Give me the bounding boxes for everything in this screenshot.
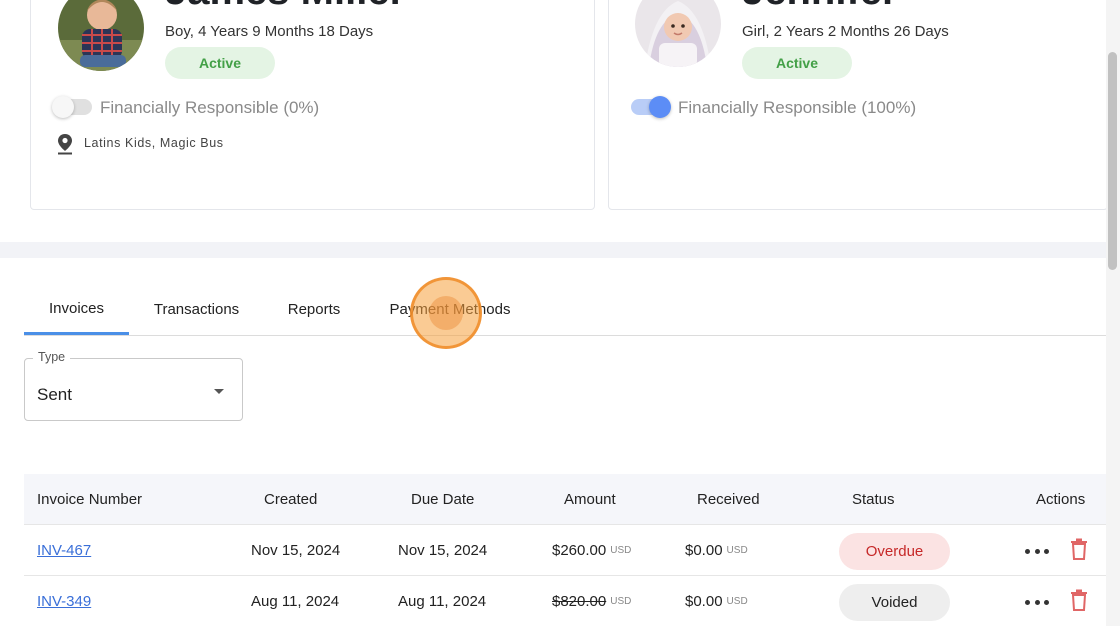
header-created: Created (264, 491, 318, 508)
currency-code: USD (726, 545, 748, 556)
billing-page: James Miller Boy, 4 Years 9 Months 18 Da… (0, 0, 1120, 626)
child-name: Jennifer (742, 0, 898, 14)
child-avatar (58, 0, 144, 71)
currency-code: USD (726, 596, 748, 607)
child-name: James Miller (165, 0, 405, 14)
tab-invoices[interactable]: Invoices (24, 284, 129, 335)
toggle-knob (649, 96, 671, 118)
amount-cell: $260.00 USD (552, 525, 631, 576)
header-received: Received (697, 491, 760, 508)
header-invoice-number: Invoice Number (37, 491, 143, 508)
status-badge: Active (742, 47, 852, 79)
type-select-value: Sent (37, 385, 72, 404)
table-header: Invoice Number Created Due Date Amount R… (24, 474, 1106, 525)
child-locations: Latins Kids, Magic Bus (84, 136, 224, 150)
invoice-cell: INV-349 (37, 576, 91, 626)
child-avatar (635, 0, 721, 67)
invoice-link[interactable]: INV-349 (37, 593, 91, 610)
invoices-table: Invoice Number Created Due Date Amount R… (24, 474, 1106, 626)
header-actions: Actions (1036, 491, 1086, 508)
more-actions-icon[interactable] (1025, 592, 1049, 612)
financially-responsible-toggle[interactable] (631, 96, 671, 118)
delete-icon[interactable] (1070, 589, 1088, 611)
location-pin-icon (58, 134, 72, 155)
received-cell: $0.00 USD (685, 525, 748, 576)
due-date-cell: Nov 15, 2024 (398, 542, 488, 559)
created-cell: Aug 11, 2024 (251, 593, 340, 610)
amount-cell: $820.00 USD (552, 576, 631, 626)
financially-responsible-label: Financially Responsible (100%) (678, 98, 917, 117)
currency-code: USD (610, 545, 632, 556)
header-status: Status (852, 491, 895, 508)
amount-value-voided: $820.00 (552, 593, 607, 610)
caret-down-icon (214, 389, 224, 394)
currency-code: USD (610, 596, 632, 607)
received-cell: $0.00 USD (685, 576, 748, 626)
header-amount: Amount (564, 491, 616, 508)
scrollbar-thumb[interactable] (1108, 52, 1117, 270)
child-summary: Boy, 4 Years 9 Months 18 Days (165, 23, 374, 40)
invoice-cell: INV-467 (37, 525, 91, 576)
status-badge-overdue: Overdue (839, 533, 950, 570)
tab-transactions[interactable]: Transactions (139, 284, 254, 335)
received-value: $0.00 (685, 542, 723, 559)
type-select-label: Type (33, 350, 71, 364)
invoice-link[interactable]: INV-467 (37, 542, 91, 559)
table-row: INV-349 Aug 11, 2024 Aug 11, 2024 $820.0… (24, 576, 1106, 626)
amount-value: $260.00 (552, 542, 607, 559)
toggle-knob (52, 96, 74, 118)
delete-icon[interactable] (1070, 538, 1088, 560)
billing-tabs: Invoices Transactions Reports Payment Me… (24, 284, 1106, 336)
due-date-cell: Aug 11, 2024 (398, 593, 487, 610)
financially-responsible-toggle[interactable] (52, 96, 92, 118)
received-value: $0.00 (685, 593, 723, 610)
status-badge-voided: Voided (839, 584, 950, 621)
status-badge: Active (165, 47, 275, 79)
type-select[interactable]: Type Sent (24, 350, 243, 421)
child-card: Jennifer Girl, 2 Years 2 Months 26 Days … (608, 0, 1108, 210)
financially-responsible-label: Financially Responsible (0%) (100, 98, 320, 117)
table-row: INV-467 Nov 15, 2024 Nov 15, 2024 $260.0… (24, 525, 1106, 576)
created-cell: Nov 15, 2024 (251, 542, 341, 559)
child-summary: Girl, 2 Years 2 Months 26 Days (742, 23, 949, 40)
tab-reports[interactable]: Reports (274, 284, 354, 335)
header-due-date: Due Date (411, 491, 475, 508)
more-actions-icon[interactable] (1025, 541, 1049, 561)
section-divider (0, 242, 1106, 258)
child-card: James Miller Boy, 4 Years 9 Months 18 Da… (30, 0, 595, 210)
click-indicator-core (429, 296, 463, 330)
